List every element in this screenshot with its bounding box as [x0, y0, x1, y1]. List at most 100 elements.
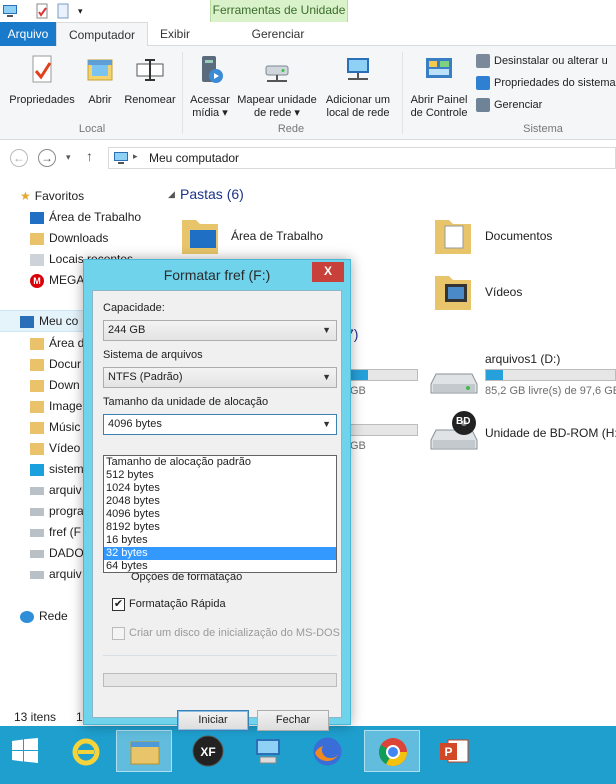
dropdown-option[interactable]: 1024 bytes — [104, 482, 336, 495]
chevron-down-icon: ▼ — [322, 419, 331, 429]
firefox-icon — [313, 737, 342, 766]
nav-downloads-pc[interactable]: Down — [30, 376, 80, 394]
taskbar-network-remote[interactable] — [240, 730, 296, 772]
ribbon: Propriedades Abrir Renomear Local Acessa… — [0, 46, 616, 140]
back-button[interactable]: ← — [10, 149, 28, 167]
taskbar-chrome[interactable] — [364, 730, 420, 772]
dropdown-option[interactable]: 512 bytes — [104, 469, 336, 482]
new-folder-icon[interactable] — [56, 3, 72, 19]
tamanho-alocacao-select[interactable]: 4096 bytes ▼ — [103, 414, 337, 435]
folder-area-de-trabalho[interactable]: Área de Trabalho — [180, 212, 380, 262]
drive-icon — [30, 570, 44, 579]
abrir-button[interactable]: Abrir — [80, 54, 120, 107]
nav-arquivos-2[interactable]: arquiv — [30, 565, 82, 583]
forward-button[interactable]: → — [38, 149, 56, 167]
taskbar-powerpoint[interactable]: P — [426, 730, 482, 772]
nav-musicas[interactable]: Músic — [30, 418, 80, 436]
usage-fill — [486, 370, 503, 380]
nav-label: arquiv — [49, 567, 82, 581]
system-properties-icon — [476, 76, 490, 91]
nav-rede[interactable]: Rede — [20, 607, 68, 625]
computer-icon[interactable] — [2, 3, 18, 19]
breadcrumb-chevron-icon[interactable]: ▸ — [133, 151, 138, 162]
dropdown-option[interactable]: 64 bytes — [104, 560, 336, 573]
nav-area-de-trabalho[interactable]: Área d — [30, 334, 84, 352]
gerenciar-button[interactable]: Gerenciar — [476, 96, 542, 114]
dropdown-option[interactable]: 8192 bytes — [104, 521, 336, 534]
close-button[interactable]: X — [312, 262, 344, 282]
format-dialog: Formatar fref (F:) X Capacidade: 244 GB … — [83, 259, 351, 731]
section-title-pastas: Pastas (6) — [180, 186, 244, 202]
folder-documentos[interactable]: Documentos — [433, 212, 613, 262]
propriedades-button[interactable]: Propriedades — [6, 54, 78, 107]
nav-label: fref (F — [49, 525, 81, 539]
nav-fref[interactable]: fref (F — [30, 523, 81, 541]
desktop-folder-icon — [182, 220, 218, 254]
renomear-button[interactable]: Renomear — [122, 54, 178, 107]
tab-exibir[interactable]: Exibir — [150, 22, 200, 46]
recent-locations-chevron-icon[interactable]: ▾ — [66, 152, 71, 163]
computer-icon — [20, 315, 34, 328]
desinstalar-button[interactable]: Desinstalar ou alterar u — [476, 52, 608, 70]
tab-computador[interactable]: Computador — [56, 22, 148, 47]
up-arrow-icon[interactable]: ↑ — [86, 148, 93, 164]
allocation-size-dropdown-list[interactable]: Tamanho de alocação padrão 512 bytes 1024 … — [103, 455, 337, 573]
drive-arquivos1[interactable]: arquivos1 (D:) 85,2 GB livre(s) de 97,6 … — [430, 350, 616, 410]
dropdown-option[interactable]: 4096 bytes — [104, 508, 336, 521]
nav-arquivos-1[interactable]: arquiv — [30, 481, 82, 499]
adicionar-local-button[interactable]: Adicionar um local de rede — [322, 54, 394, 120]
nav-downloads[interactable]: Downloads — [30, 229, 108, 247]
nav-dados[interactable]: DADO — [30, 544, 84, 562]
mapear-label-1: Mapear unidade — [237, 94, 317, 106]
dropdown-option[interactable]: 16 bytes — [104, 534, 336, 547]
nav-label: Área de Trabalho — [49, 210, 142, 224]
propriedades-sistema-button[interactable]: Propriedades do sistema — [476, 74, 616, 92]
drive-bd-rom[interactable]: BD Unidade de BD-ROM (H:) — [430, 410, 616, 460]
collapse-chevron-icon[interactable]: ◢ — [168, 189, 175, 200]
msdos-disk-checkbox[interactable] — [112, 627, 125, 640]
group-separator — [182, 52, 183, 134]
properties-icon[interactable] — [34, 3, 50, 19]
formatacao-rapida-checkbox[interactable]: ✔ — [112, 598, 125, 611]
folder-videos[interactable]: Vídeos — [433, 268, 613, 318]
dropdown-option[interactable]: 32 bytes — [104, 547, 336, 560]
item-count: 13 itens — [14, 710, 57, 724]
address-box[interactable]: ▸ Meu computador — [108, 147, 616, 169]
taskbar-internet-explorer[interactable] — [58, 730, 114, 772]
mega-logo-icon: M — [30, 273, 44, 288]
taskbar-xfire[interactable]: XF — [180, 730, 236, 772]
drive-label: Unidade de BD-ROM (H:) — [485, 426, 616, 440]
start-button[interactable] — [2, 730, 58, 772]
drive-f-free-text: GB — [350, 440, 366, 452]
iniciar-button[interactable]: Iniciar — [177, 710, 249, 731]
nav-area-trabalho[interactable]: Área de Trabalho — [30, 208, 141, 226]
taskbar-firefox[interactable] — [300, 730, 356, 772]
abrir-painel-button[interactable]: Abrir Painel de Controle — [406, 54, 472, 120]
sistema-arquivos-value: NTFS (Padrão) — [108, 371, 183, 383]
tab-arquivo[interactable]: Arquivo — [0, 22, 56, 46]
folder-label: Documentos — [485, 229, 553, 243]
nav-favoritos[interactable]: ★ Favoritos — [20, 187, 84, 205]
dropdown-option[interactable]: Tamanho de alocação padrão — [104, 456, 336, 469]
taskbar-file-explorer[interactable] — [116, 730, 172, 772]
tamanho-alocacao-value: 4096 bytes — [108, 418, 162, 430]
drive-tools-context-tab: Ferramentas de Unidade — [210, 0, 348, 22]
capacidade-select[interactable]: 244 GB ▼ — [103, 320, 337, 341]
nav-sistema[interactable]: sistem — [30, 460, 84, 478]
nav-documentos[interactable]: Docur — [30, 355, 81, 373]
downloads-folder-icon — [30, 232, 44, 245]
tab-gerenciar[interactable]: Gerenciar — [240, 22, 316, 46]
address-path[interactable]: Meu computador — [149, 151, 239, 165]
mapear-unidade-button[interactable]: Mapear unidade de rede ▾ — [234, 54, 320, 120]
dropdown-option[interactable]: 2048 bytes — [104, 495, 336, 508]
nav-imagens[interactable]: Image — [30, 397, 82, 415]
acessar-midia-button[interactable]: Acessar mídia ▾ — [186, 54, 234, 120]
nav-label: arquiv — [49, 483, 82, 497]
customize-quick-access-chevron-icon[interactable]: ▾ — [78, 3, 94, 19]
nav-programas[interactable]: progra — [30, 502, 84, 520]
desinstalar-label: Desinstalar ou alterar u — [494, 55, 608, 67]
fechar-button[interactable]: Fechar — [257, 710, 329, 731]
nav-videos[interactable]: Vídeo — [30, 439, 80, 457]
nav-mega[interactable]: M MEGA — [30, 271, 84, 289]
sistema-arquivos-select[interactable]: NTFS (Padrão) ▼ — [103, 367, 337, 388]
